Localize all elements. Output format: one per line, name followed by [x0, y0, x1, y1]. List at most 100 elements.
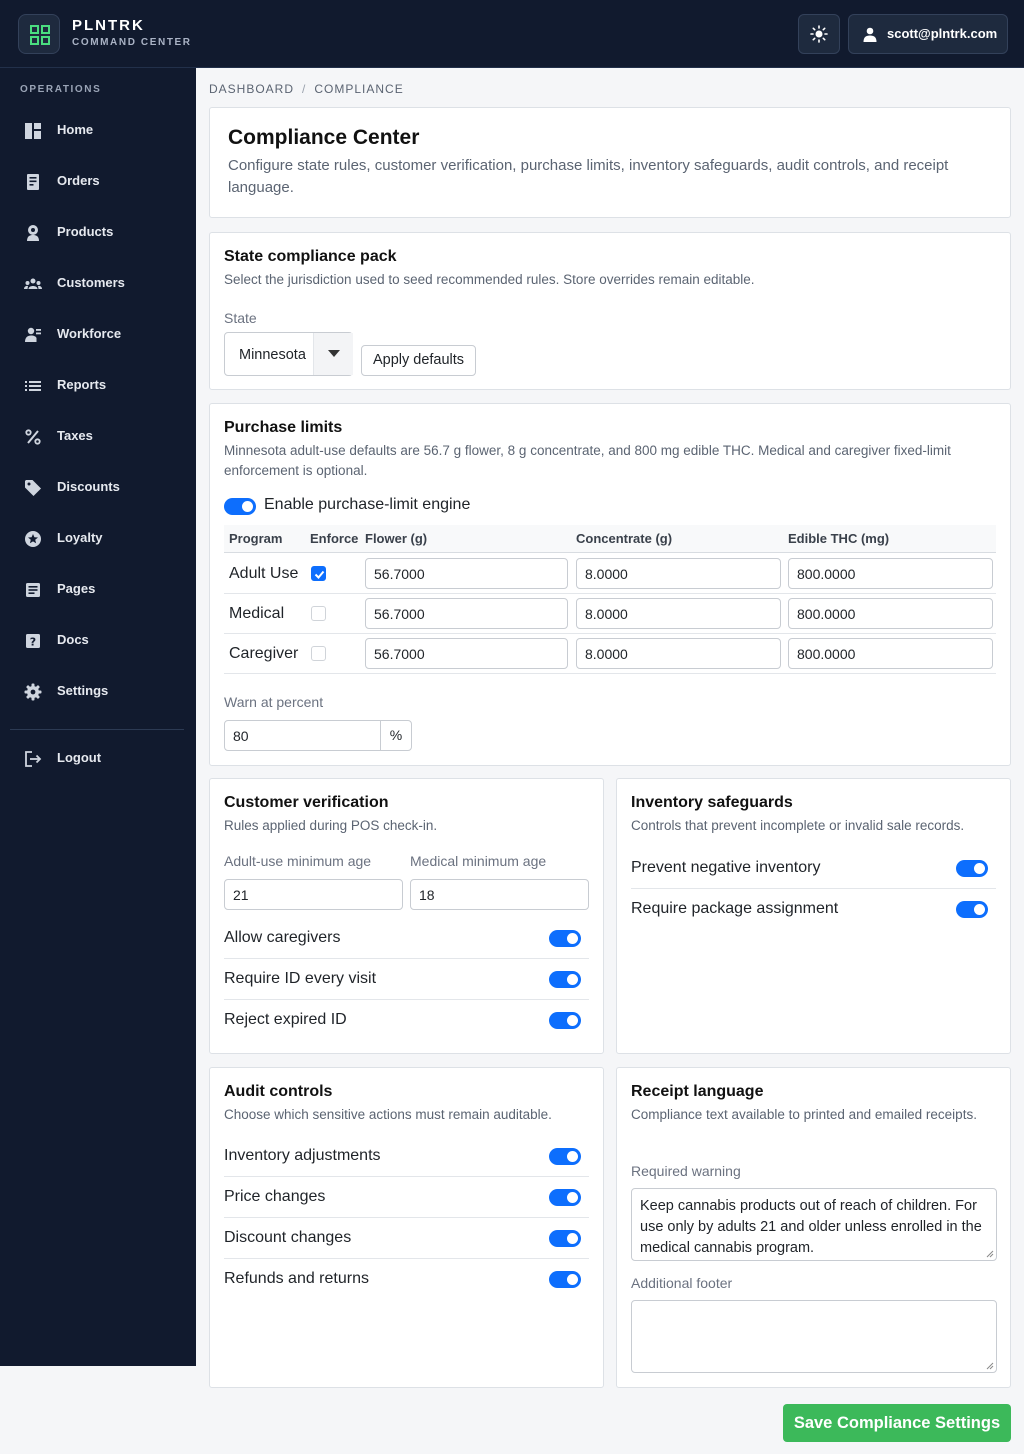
additional-footer-label: Additional footer	[631, 1275, 733, 1291]
sidebar-item-customers[interactable]: Customers	[10, 265, 186, 301]
prevent-negative-label: Prevent negative inventory	[631, 859, 821, 876]
row-divider	[224, 1258, 589, 1259]
sidebar-item-settings[interactable]: Settings	[10, 673, 186, 709]
reports-icon	[25, 381, 41, 391]
sidebar-item-label: Settings	[57, 683, 109, 698]
logout-button[interactable]: Logout	[10, 740, 186, 776]
inventory-adjustments-toggle[interactable]	[549, 1148, 581, 1165]
allow-caregivers-toggle[interactable]	[549, 930, 581, 947]
concentrate-input-caregiver[interactable]: 8.0000	[576, 638, 781, 669]
theme-toggle-button[interactable]	[798, 14, 840, 54]
row-divider	[224, 958, 589, 959]
required-warning-textarea[interactable]: Keep cannabis products out of reach of c…	[631, 1188, 997, 1261]
flower-input-caregiver[interactable]: 56.7000	[365, 638, 568, 669]
sidebar-item-label: Loyalty	[57, 530, 103, 545]
check-icon	[314, 570, 325, 579]
medical-age-input[interactable]: 18	[410, 879, 589, 910]
enforce-checkbox-medical[interactable]	[311, 606, 326, 621]
brand-name: PLNTRK	[72, 17, 145, 34]
inventory-safeguards-card: Inventory safeguards Controls that preve…	[616, 778, 1011, 1054]
page-subtitle: Configure state rules, customer verifica…	[228, 157, 949, 196]
sidebar-item-label: Reports	[57, 377, 107, 392]
page-header-card: Compliance Center Configure state rules,…	[209, 107, 1011, 218]
state-select[interactable]: Minnesota	[224, 332, 353, 376]
edible-input-adult-use[interactable]: 800.0000	[788, 558, 993, 589]
refunds-returns-label: Refunds and returns	[224, 1270, 369, 1287]
sidebar-item-products[interactable]: Products	[10, 214, 186, 250]
state-pack-subtitle: Select the jurisdiction used to seed rec…	[224, 272, 755, 287]
concentrate-input-adult-use[interactable]: 8.0000	[576, 558, 781, 589]
discount-changes-toggle[interactable]	[549, 1230, 581, 1247]
sidebar-item-taxes[interactable]: Taxes	[10, 418, 186, 454]
sidebar-item-label: Pages	[57, 581, 96, 596]
additional-footer-textarea[interactable]	[631, 1300, 997, 1373]
purchase-limit-engine-label: Enable purchase-limit engine	[264, 496, 471, 513]
sidebar-item-label: Customers	[57, 275, 125, 290]
sidebar-item-orders[interactable]: Orders	[10, 163, 186, 199]
customer-verification-card: Customer verification Rules applied duri…	[209, 778, 604, 1054]
flower-input-adult-use[interactable]: 56.7000	[365, 558, 568, 589]
row-divider	[224, 673, 996, 674]
price-changes-toggle[interactable]	[549, 1189, 581, 1206]
audit-controls-title: Audit controls	[224, 1083, 333, 1100]
row-divider	[224, 593, 996, 594]
enforce-checkbox-caregiver[interactable]	[311, 646, 326, 661]
apply-defaults-button[interactable]: Apply defaults	[361, 345, 476, 376]
reject-expired-toggle[interactable]	[549, 1012, 581, 1029]
sidebar-item-workforce[interactable]: Workforce	[10, 316, 186, 352]
medical-age-label: Medical minimum age	[410, 853, 547, 869]
adult-age-input[interactable]: 21	[224, 879, 403, 910]
pages-icon	[26, 583, 40, 597]
sidebar-item-label: Taxes	[57, 428, 93, 443]
require-package-label: Require package assignment	[631, 900, 839, 917]
sidebar-item-label: Home	[57, 122, 94, 137]
state-label: State	[224, 310, 257, 326]
require-id-toggle[interactable]	[549, 971, 581, 988]
products-icon	[27, 225, 39, 241]
row-divider	[224, 999, 589, 1000]
customer-verification-title: Customer verification	[224, 794, 389, 811]
row-divider	[224, 633, 996, 634]
sun-icon	[810, 25, 828, 43]
col-edible: Edible THC (mg)	[788, 531, 890, 546]
sidebar-item-label: Workforce	[57, 326, 122, 341]
inventory-adjustments-label: Inventory adjustments	[224, 1147, 381, 1164]
sidebar-item-home[interactable]: Home	[10, 112, 186, 148]
warn-percent-input[interactable]: 80	[224, 720, 381, 751]
discount-changes-label: Discount changes	[224, 1229, 352, 1246]
sidebar-item-docs[interactable]: ? Docs	[10, 622, 186, 658]
user-menu-button[interactable]: scott@plntrk.com	[848, 14, 1008, 54]
resize-handle-icon[interactable]	[986, 1362, 994, 1370]
col-concentrate: Concentrate (g)	[576, 531, 673, 546]
sidebar-item-loyalty[interactable]: Loyalty	[10, 520, 186, 556]
logout-icon	[25, 751, 42, 767]
help-icon: ?	[26, 634, 40, 649]
state-pack-card: State compliance pack Select the jurisdi…	[209, 232, 1011, 390]
sidebar-item-pages[interactable]: Pages	[10, 571, 186, 607]
orders-icon	[27, 174, 39, 190]
refunds-returns-toggle[interactable]	[549, 1271, 581, 1288]
resize-handle-icon[interactable]	[986, 1250, 994, 1258]
save-compliance-settings-button[interactable]: Save Compliance Settings	[783, 1404, 1011, 1442]
sidebar-item-reports[interactable]: Reports	[10, 367, 186, 403]
purchase-limits-subtitle: Minnesota adult-use defaults are 56.7 g …	[224, 443, 951, 478]
edible-input-caregiver[interactable]: 800.0000	[788, 638, 993, 669]
edible-input-medical[interactable]: 800.0000	[788, 598, 993, 629]
enforce-checkbox-adult-use[interactable]	[311, 566, 326, 581]
percent-unit: %	[380, 720, 412, 751]
logout-label: Logout	[57, 750, 102, 765]
sidebar-item-discounts[interactable]: Discounts	[10, 469, 186, 505]
program-medical: Medical	[229, 605, 285, 622]
breadcrumb-dashboard[interactable]: DASHBOARD	[209, 82, 294, 96]
tag-icon	[25, 480, 41, 496]
require-package-toggle[interactable]	[956, 901, 988, 918]
flower-input-medical[interactable]: 56.7000	[365, 598, 568, 629]
prevent-negative-toggle[interactable]	[956, 860, 988, 877]
user-email: scott@plntrk.com	[887, 26, 998, 41]
row-divider	[224, 1176, 589, 1177]
purchase-limit-engine-toggle[interactable]	[224, 498, 256, 515]
concentrate-input-medical[interactable]: 8.0000	[576, 598, 781, 629]
purchase-limits-card: Purchase limits Minnesota adult-use defa…	[209, 403, 1011, 766]
program-adult-use: Adult Use	[229, 565, 299, 582]
allow-caregivers-label: Allow caregivers	[224, 929, 341, 946]
